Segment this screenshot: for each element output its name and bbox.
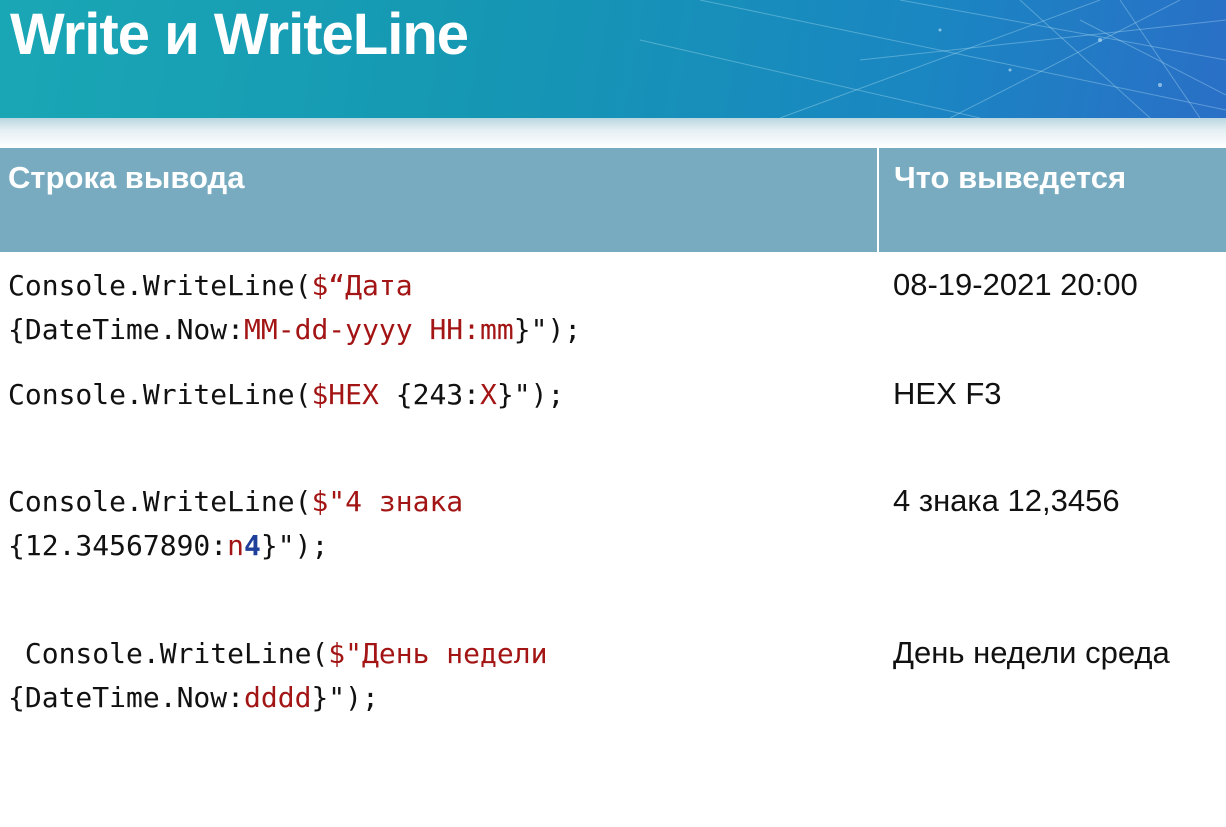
code-line: {12.34567890:n4}"); xyxy=(8,524,463,568)
header-output-string: Строка вывода xyxy=(0,148,877,252)
code-token: {12.34567890: xyxy=(8,529,228,562)
output-cell: HEX F3 xyxy=(893,376,1002,411)
code-token: Console.WriteLine( xyxy=(8,485,312,518)
code-token: }"); xyxy=(513,313,582,346)
slide-title: Write и WriteLine xyxy=(10,2,469,67)
code-token: }"); xyxy=(311,681,379,714)
code-line: Console.WriteLine($"4 знака xyxy=(8,480,463,524)
code-line: Console.WriteLine($HEX {243:X}"); xyxy=(8,373,564,417)
code-token: MM-dd-yyyy HH:mm xyxy=(244,313,514,346)
code-token: Console.WriteLine( xyxy=(8,378,312,411)
code-cell: Console.WriteLine($“Дата {DateTime.Now:MM… xyxy=(8,264,581,352)
code-line: Console.WriteLine($"День недели xyxy=(8,632,548,676)
code-token: $“Дата xyxy=(311,269,413,302)
code-token: X xyxy=(480,378,497,411)
code-token: 4 xyxy=(244,529,261,562)
code-cell: Console.WriteLine($"День недели {DateTime… xyxy=(8,632,547,720)
code-line: Console.WriteLine($“Дата xyxy=(8,264,581,308)
code-token: {243: xyxy=(395,378,481,411)
code-token: n xyxy=(227,529,245,562)
banner-shadow xyxy=(0,118,1226,148)
code-token: dddd xyxy=(244,681,312,714)
code-token: Console.WriteLine( xyxy=(8,637,329,670)
code-token: {DateTime.Now: xyxy=(8,313,245,346)
code-token: $HEX xyxy=(311,378,396,411)
code-token: $"4 знака xyxy=(311,485,464,518)
output-cell: 08-19-2021 20:00 xyxy=(893,267,1138,302)
code-token: $"День недели xyxy=(328,637,548,670)
code-cell: Console.WriteLine($HEX {243:X}"); xyxy=(8,373,564,417)
code-line: {DateTime.Now:dddd}"); xyxy=(8,676,547,720)
code-token: Console.WriteLine( xyxy=(8,269,312,302)
header-result: Что выведется xyxy=(879,148,1226,252)
title-banner: Write и WriteLine xyxy=(0,0,1226,118)
output-cell: День недели среда xyxy=(893,635,1170,670)
code-cell: Console.WriteLine($"4 знака {12.34567890:… xyxy=(8,480,463,568)
output-cell: 4 знака 12,3456 xyxy=(893,483,1120,518)
code-token: {DateTime.Now: xyxy=(8,681,245,714)
code-token: }"); xyxy=(496,378,565,411)
code-token: }"); xyxy=(260,529,329,562)
code-line: {DateTime.Now:MM-dd-yyyy HH:mm}"); xyxy=(8,308,581,352)
